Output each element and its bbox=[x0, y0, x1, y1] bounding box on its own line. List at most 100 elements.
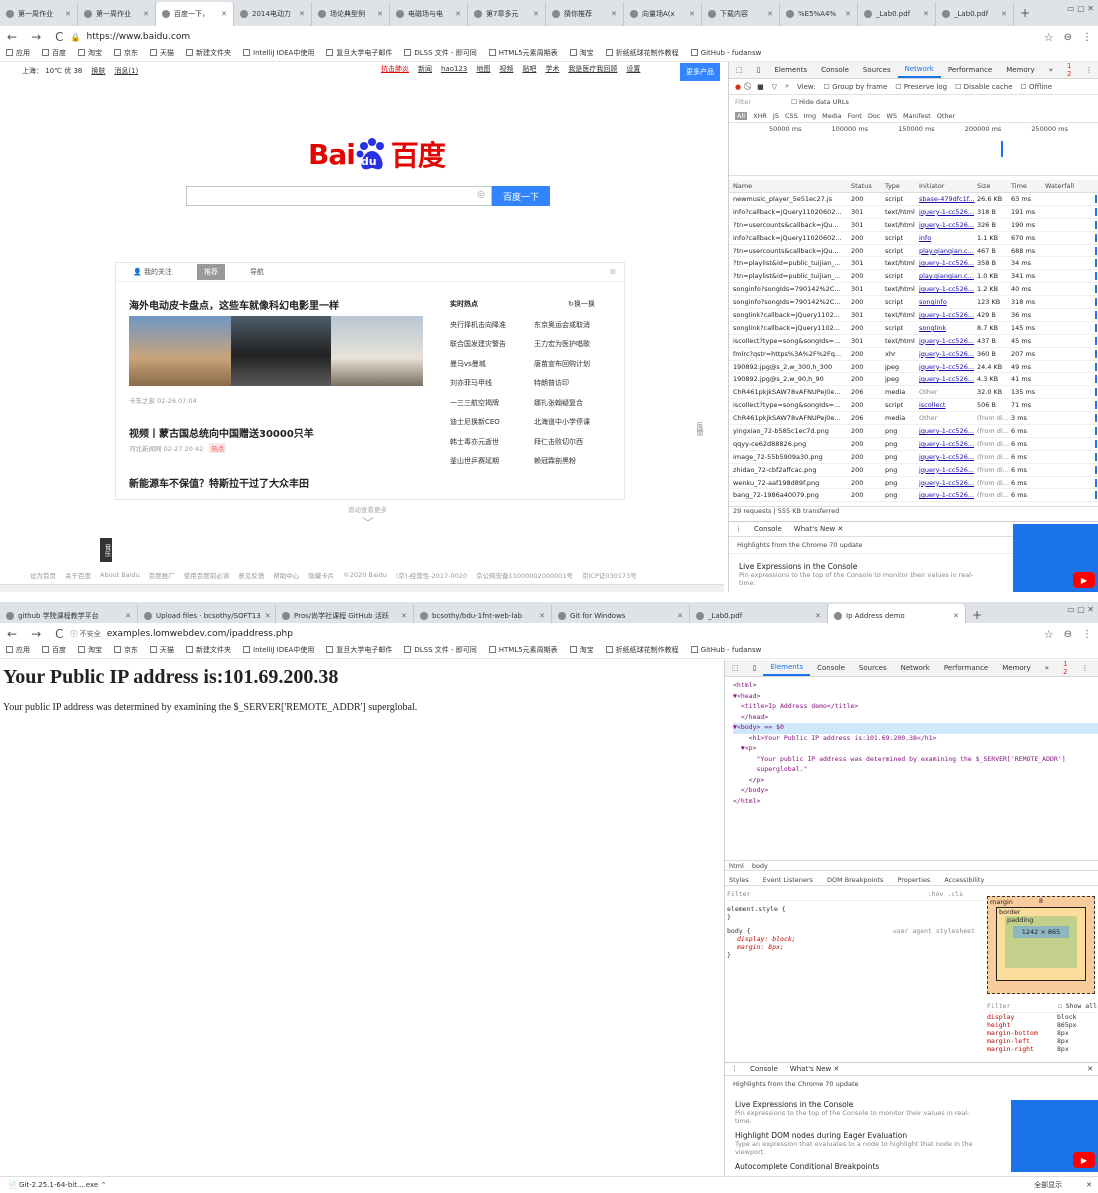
bookmark-item[interactable]: HTML5元素周期表 bbox=[488, 48, 558, 58]
search-input[interactable]: ◎ bbox=[186, 186, 492, 206]
type-filter[interactable]: All bbox=[735, 111, 748, 120]
footer-link[interactable]: ©2020 Baidu bbox=[343, 571, 387, 579]
footer-link[interactable]: 帮助中心 bbox=[273, 570, 299, 580]
network-cell[interactable]: jquery-1-cc526... bbox=[919, 363, 977, 371]
bookmark-item[interactable]: 应用 bbox=[6, 48, 30, 58]
close-icon[interactable]: ✕ bbox=[265, 612, 271, 620]
close-icon[interactable]: ✕ bbox=[689, 10, 695, 18]
drawer-menu-icon[interactable]: ⋮ bbox=[735, 525, 742, 533]
browser-tab[interactable]: 下载内容 ✕ bbox=[702, 2, 780, 26]
inspect-icon[interactable]: ⬚ bbox=[729, 62, 750, 78]
devtools-tab[interactable]: Network bbox=[897, 62, 941, 78]
hov-cls-toggle[interactable]: :hov .cls bbox=[928, 890, 963, 898]
type-filter[interactable]: Media bbox=[822, 112, 842, 120]
network-row[interactable]: ?tn=usercounts&callback=jQu... 301 text/ht… bbox=[729, 219, 1098, 232]
skin-link[interactable]: 换肤 bbox=[91, 66, 105, 76]
browser-tab[interactable]: 场论典型例 ✕ bbox=[312, 2, 390, 26]
network-cell[interactable]: jquery-1-cc526... bbox=[919, 479, 977, 487]
network-cell[interactable]: jquery-1-cc526... bbox=[919, 208, 977, 216]
hot-item[interactable]: 联合国发建灾警告 bbox=[450, 335, 530, 355]
bookmark-item[interactable]: 天猫 bbox=[150, 48, 174, 58]
hot-item[interactable]: 拜仁击败切尔西 bbox=[534, 432, 614, 452]
nav-link[interactable]: hao123 bbox=[441, 65, 467, 73]
devtools-tab[interactable]: Sources bbox=[856, 62, 898, 78]
devtools-tab[interactable]: Performance bbox=[941, 62, 999, 78]
network-row[interactable]: yingxiao_72-b585c1ec7d.png 200 png jquery-1… bbox=[729, 425, 1098, 438]
devtools-tab[interactable]: Console bbox=[810, 660, 852, 676]
browser-tab[interactable]: _Lab0.pdf ✕ bbox=[858, 2, 936, 26]
network-cell[interactable]: songinfo bbox=[919, 298, 977, 306]
network-cell[interactable]: play.qianqian.c... bbox=[919, 272, 977, 280]
tab-navigation[interactable]: 导航 bbox=[243, 264, 271, 280]
hot-item[interactable]: 东京奥运会或取消 bbox=[534, 315, 614, 335]
tab-recommend[interactable]: 推荐 bbox=[196, 264, 225, 280]
hot-item[interactable]: 迪士尼换新CEO bbox=[450, 413, 530, 433]
network-row[interactable]: 190892.jpg@s_2,w_90,h_90 200 jpeg jquery-1-… bbox=[729, 373, 1098, 387]
dom-node[interactable]: </html> bbox=[733, 797, 1098, 808]
bookmark-item[interactable]: DLSS 文件 - 即可同 bbox=[404, 48, 477, 58]
bookmark-item[interactable]: 天猫 bbox=[150, 645, 174, 655]
footer-link[interactable]: 使用百度前必读 bbox=[184, 570, 230, 580]
news-title-2[interactable]: 视频丨蒙古国总统向中国赠送30000只羊 bbox=[129, 425, 314, 440]
network-row[interactable]: ?tn=usercounts&callback=jQu... 200 script p… bbox=[729, 245, 1098, 258]
browser-tab[interactable]: %E5%A4% ✕ bbox=[780, 2, 858, 26]
close-icon[interactable]: ✕ bbox=[65, 10, 71, 18]
network-cell[interactable]: jquery-1-cc526... bbox=[919, 350, 977, 358]
close-icon[interactable]: ✕ bbox=[953, 612, 959, 620]
whatsnew-item[interactable]: Live Expressions in the Console Pin expre… bbox=[735, 1100, 985, 1125]
network-cell[interactable]: jquery-1-cc526... bbox=[919, 221, 977, 229]
music-float-button[interactable]: 音乐 bbox=[100, 538, 112, 562]
search-button[interactable]: 百度一下 bbox=[492, 186, 550, 206]
browser-tab[interactable]: 向量场A(x ✕ bbox=[624, 2, 702, 26]
bookmark-item[interactable]: DLSS 文件 - 即可同 bbox=[404, 645, 477, 655]
hot-item[interactable]: 北海道中小学停课 bbox=[534, 413, 614, 433]
dom-node[interactable]: </head> bbox=[733, 713, 1098, 724]
hot-item[interactable]: 刘亦菲马甲线 bbox=[450, 374, 530, 394]
window-controls-2[interactable]: ▭ ▢ ✕ bbox=[1067, 605, 1094, 614]
bookmark-item[interactable]: 淘宝 bbox=[78, 645, 102, 655]
type-filter[interactable]: WS bbox=[886, 112, 897, 120]
network-row[interactable]: zhidao_72-cbf2affcac.png 200 png jquery-1-c… bbox=[729, 464, 1098, 477]
bookmark-item[interactable]: 应用 bbox=[6, 645, 30, 655]
whatsnew-item[interactable]: Autocomplete Conditional Breakpoints bbox=[735, 1162, 985, 1171]
video-thumbnail-2[interactable]: ▶ bbox=[1011, 1100, 1098, 1172]
crumb-html[interactable]: html bbox=[729, 862, 744, 870]
type-filter[interactable]: Doc bbox=[868, 112, 881, 120]
computed-prop[interactable]: display block bbox=[987, 1013, 1097, 1021]
styles-filter[interactable]: Filter bbox=[727, 890, 750, 898]
network-cell[interactable]: Other bbox=[919, 388, 977, 396]
close-icon[interactable]: ✕ bbox=[401, 612, 407, 620]
dom-node[interactable]: </body> bbox=[733, 786, 1098, 797]
browser-tab[interactable]: 2014电动力 ✕ bbox=[234, 2, 312, 26]
show-all-downloads[interactable]: 全部显示 bbox=[1034, 1180, 1062, 1190]
forward-icon[interactable]: → bbox=[31, 30, 41, 44]
close-icon[interactable]: ✕ bbox=[845, 10, 851, 18]
network-row[interactable]: newmusic_player_5e51ec27.js 200 script sbas… bbox=[729, 193, 1098, 206]
whatsnew-item[interactable]: Highlight DOM nodes during Eager Evaluat… bbox=[735, 1131, 985, 1156]
settings-icon[interactable]: ⋮ bbox=[1078, 62, 1098, 78]
message-link[interactable]: 消息(1) bbox=[114, 66, 138, 76]
network-row[interactable]: songinfo?songIds=790142%2C... 200 script so… bbox=[729, 296, 1098, 310]
hide-data-urls[interactable]: ☐ Hide data URLs bbox=[791, 98, 849, 106]
bookmark-item[interactable]: 新建文件夹 bbox=[186, 48, 231, 58]
truck-photo-1[interactable] bbox=[129, 316, 231, 386]
dom-node[interactable]: ▼<head> bbox=[733, 692, 1098, 703]
network-cell[interactable]: jquery-1-cc526... bbox=[919, 311, 977, 319]
drawer-tab-console[interactable]: Console bbox=[754, 525, 782, 533]
play-icon[interactable]: ▶ bbox=[1073, 1152, 1095, 1168]
col-name[interactable]: Name bbox=[729, 182, 851, 190]
close-icon[interactable]: ✕ bbox=[1001, 10, 1007, 18]
download-item[interactable]: 📄 Git-2.25.1-64-bit....exe ⌃ bbox=[8, 1181, 106, 1189]
network-cell[interactable]: play.qianqian.c... bbox=[919, 247, 977, 255]
hot-item[interactable]: 特朗普访印 bbox=[534, 374, 614, 394]
close-icon[interactable]: ✕ bbox=[815, 612, 821, 620]
network-row[interactable]: 190892.jpg@s_2,w_300,h_300 200 jpeg jquery-… bbox=[729, 361, 1098, 374]
footer-link[interactable]: About Baidu bbox=[100, 571, 140, 579]
close-icon[interactable]: ✕ bbox=[767, 10, 773, 18]
close-icon[interactable]: ✕ bbox=[143, 10, 149, 18]
network-row[interactable]: songinfo?songIds=790142%2C... 301 text/htm… bbox=[729, 283, 1098, 297]
footer-link[interactable]: 设为首页 bbox=[30, 570, 56, 580]
star-icon[interactable]: ☆ bbox=[1044, 31, 1054, 44]
camera-icon[interactable]: ◎ bbox=[477, 190, 485, 200]
network-row[interactable]: wenku_72-aaf198d89f.png 200 png jquery-1-cc… bbox=[729, 477, 1098, 490]
